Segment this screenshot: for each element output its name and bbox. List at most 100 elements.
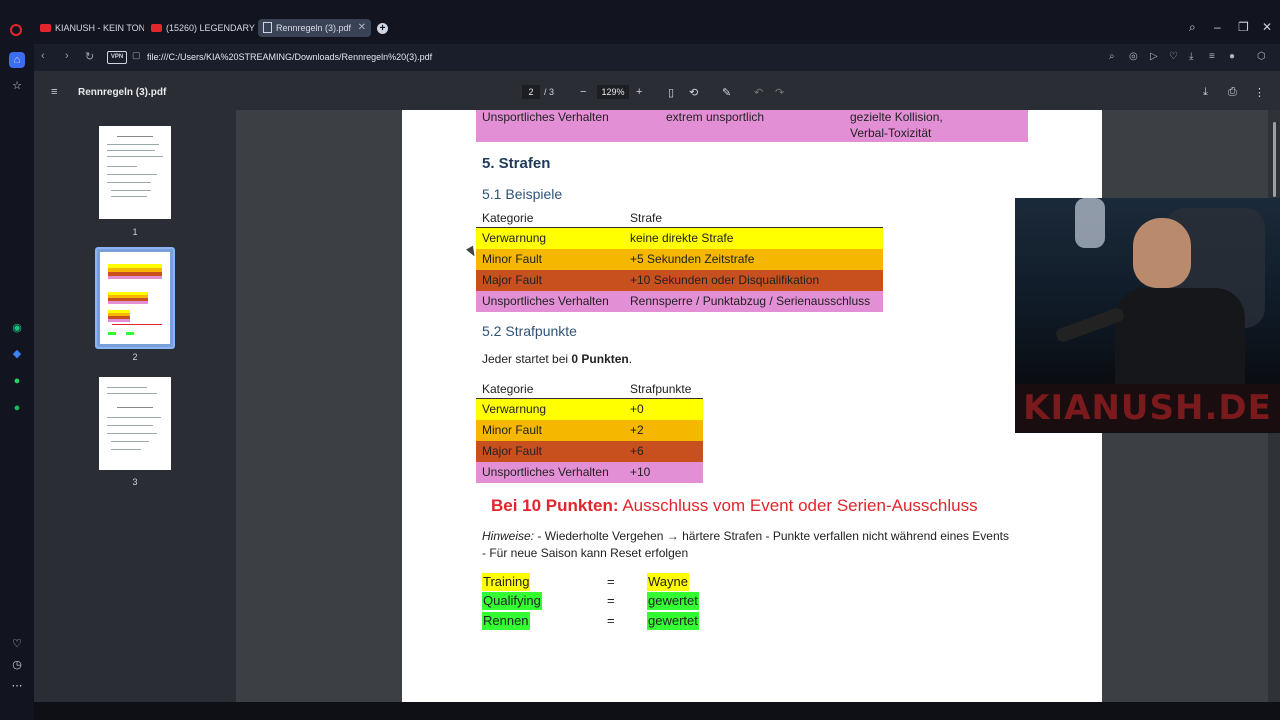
undo-icon[interactable]: ↶	[754, 86, 763, 99]
tab-label: (15260) LEGENDARY OLD	[166, 23, 255, 33]
table-cell: gezielte Kollision,	[850, 110, 943, 124]
snapshot-icon[interactable]: ◎	[1129, 51, 1138, 62]
annotate-icon[interactable]: ✎	[722, 86, 731, 99]
tab-label: Rennregeln (3).pdf	[276, 23, 352, 33]
document-icon	[263, 22, 272, 34]
pdf-title: Rennregeln (3).pdf	[78, 87, 167, 98]
table-header: Kategorie	[482, 382, 534, 396]
heart-icon[interactable]: ♡	[1169, 51, 1178, 62]
table-cell: extrem unsportlich	[666, 110, 765, 124]
forward-icon[interactable]: ›	[65, 50, 69, 62]
history-icon[interactable]: ◷	[9, 657, 25, 673]
favorites-icon[interactable]: ♡	[9, 636, 25, 652]
tab-youtube-1[interactable]: KIANUSH - KEIN TON (OH	[36, 19, 144, 37]
back-icon[interactable]: ‹	[41, 50, 45, 62]
prev-table-row: Unsportliches Verhalten extrem unsportli…	[476, 110, 1028, 142]
table-cell: +10	[630, 465, 651, 479]
vpn-badge[interactable]: VPN	[107, 51, 127, 64]
thumbnail-page-1[interactable]	[99, 126, 171, 219]
chatgpt-icon[interactable]: ◉	[9, 320, 25, 336]
thumbnail-page-3[interactable]	[99, 377, 171, 470]
session-value: gewertet	[647, 612, 699, 630]
tab-pdf-active[interactable]: Rennregeln (3).pdf ✕	[258, 19, 371, 37]
zoom-in-icon[interactable]: +	[636, 86, 642, 98]
bold-text: 0 Punkten	[571, 352, 629, 366]
session-value: gewertet	[647, 592, 699, 610]
table-cell: Rennsperre / Punktabzug / Serienausschlu…	[630, 294, 871, 308]
reload-icon[interactable]: ↻	[85, 50, 94, 63]
zoom-input[interactable]: 129%	[597, 85, 629, 99]
messenger-icon[interactable]: ◆	[9, 346, 25, 362]
table-cell: Minor Fault	[482, 423, 543, 437]
table-cell: Unsportliches Verhalten	[482, 294, 609, 308]
print-icon[interactable]: ⎙	[1228, 86, 1237, 99]
scrollbar-thumb[interactable]	[1273, 122, 1276, 197]
player-icon[interactable]: ▷	[1150, 51, 1158, 62]
maximize-icon[interactable]: ❐	[1238, 20, 1249, 34]
pdf-page: Unsportliches Verhalten extrem unsportli…	[402, 110, 1102, 702]
home-icon[interactable]: ⌂	[9, 52, 25, 68]
notes-paragraph: Hinweise: - Wiederholte Vergehen → härte…	[482, 528, 1012, 562]
table-row: Unsportliches Verhalten +10	[476, 462, 703, 483]
start-points-text: Jeder startet bei 0 Punkten.	[482, 352, 632, 366]
fit-page-icon[interactable]: ▯	[668, 86, 674, 99]
pinboard-icon[interactable]: ☆	[9, 78, 25, 94]
table-cell: Minor Fault	[482, 252, 543, 266]
table-header: Kategorie	[482, 211, 534, 225]
redo-icon[interactable]: ↷	[775, 86, 784, 99]
extensions-icon[interactable]: ⬡	[1257, 51, 1266, 62]
tab-youtube-2[interactable]: (15260) LEGENDARY OLD	[147, 19, 255, 37]
pdf-toolbar	[34, 71, 1280, 110]
url-field[interactable]: file:///C:/Users/KIA%20STREAMING/Downloa…	[147, 52, 432, 62]
page-info-icon[interactable]: ▢	[132, 50, 141, 61]
notes-label: Hinweise:	[482, 529, 535, 543]
download-icon[interactable]: ⤓	[1189, 51, 1193, 62]
close-tab-icon[interactable]: ✕	[358, 19, 366, 37]
table-cell: +0	[630, 402, 644, 416]
table-row: Minor Fault +2	[476, 420, 703, 441]
whatsapp-icon[interactable]: ●	[9, 373, 25, 389]
table-cell: Unsportliches Verhalten	[482, 465, 609, 479]
more-actions-icon[interactable]: ⋮	[1254, 86, 1265, 99]
table-row: Major Fault +10 Sekunden oder Disqualifi…	[476, 270, 883, 291]
table-cell: Unsportliches Verhalten	[482, 110, 609, 124]
zoom-out-icon[interactable]: −	[580, 86, 586, 98]
browser-tab-bar: KIANUSH - KEIN TON (OH (15260) LEGENDARY…	[0, 0, 1280, 44]
youtube-icon	[40, 23, 51, 32]
more-icon[interactable]: ⋯	[9, 678, 25, 694]
rotate-icon[interactable]: ⟲	[689, 86, 698, 99]
table-cell: Verbal-Toxizität	[850, 126, 932, 140]
exclusion-rule: Bei 10 Punkten: Ausschluss vom Event ode…	[491, 496, 978, 516]
spotify-icon[interactable]: ●	[9, 400, 25, 416]
text: Jeder startet bei	[482, 352, 572, 366]
profile-icon[interactable]: ●	[1229, 51, 1235, 62]
page-number-input[interactable]: 2	[522, 85, 540, 99]
total-pages: / 3	[544, 87, 555, 97]
search-icon[interactable]: ⌕	[1189, 20, 1196, 35]
close-window-icon[interactable]: ✕	[1262, 20, 1272, 34]
thumbnail-label: 3	[132, 477, 138, 487]
sidebar-toggle-icon[interactable]: ≡	[51, 86, 57, 98]
table-cell: +6	[630, 444, 644, 458]
minimize-icon[interactable]: –	[1214, 20, 1221, 34]
table-cell: +5 Sekunden Zeitstrafe	[630, 252, 755, 266]
equals-sign: =	[607, 593, 615, 608]
table-cell: Major Fault	[482, 444, 543, 458]
menu-icon[interactable]: ≡	[1209, 51, 1215, 62]
table-row: Minor Fault +5 Sekunden Zeitstrafe	[476, 249, 883, 270]
table-cell: +2	[630, 423, 644, 437]
thumbnail-page-2-selected[interactable]	[95, 247, 175, 349]
download-pdf-icon[interactable]: ⤓	[1203, 86, 1208, 99]
table-header: Strafe	[630, 211, 663, 225]
lens-icon[interactable]: ⌕	[1109, 51, 1115, 62]
session-name: Rennen	[482, 612, 530, 630]
webcam-brand-text: KIANUSH.DE	[1015, 384, 1280, 432]
subsection-heading: 5.2 Strafpunkte	[482, 323, 577, 339]
opera-logo-icon[interactable]	[10, 24, 22, 36]
subsection-heading: 5.1 Beispiele	[482, 186, 563, 202]
session-name: Training	[482, 573, 531, 591]
new-tab-button[interactable]: +	[377, 23, 388, 34]
text: Ausschluss vom Event oder Serien-Ausschl…	[618, 496, 978, 515]
table-row: Verwarnung +0	[476, 399, 703, 420]
table-cell: Verwarnung	[482, 231, 547, 245]
